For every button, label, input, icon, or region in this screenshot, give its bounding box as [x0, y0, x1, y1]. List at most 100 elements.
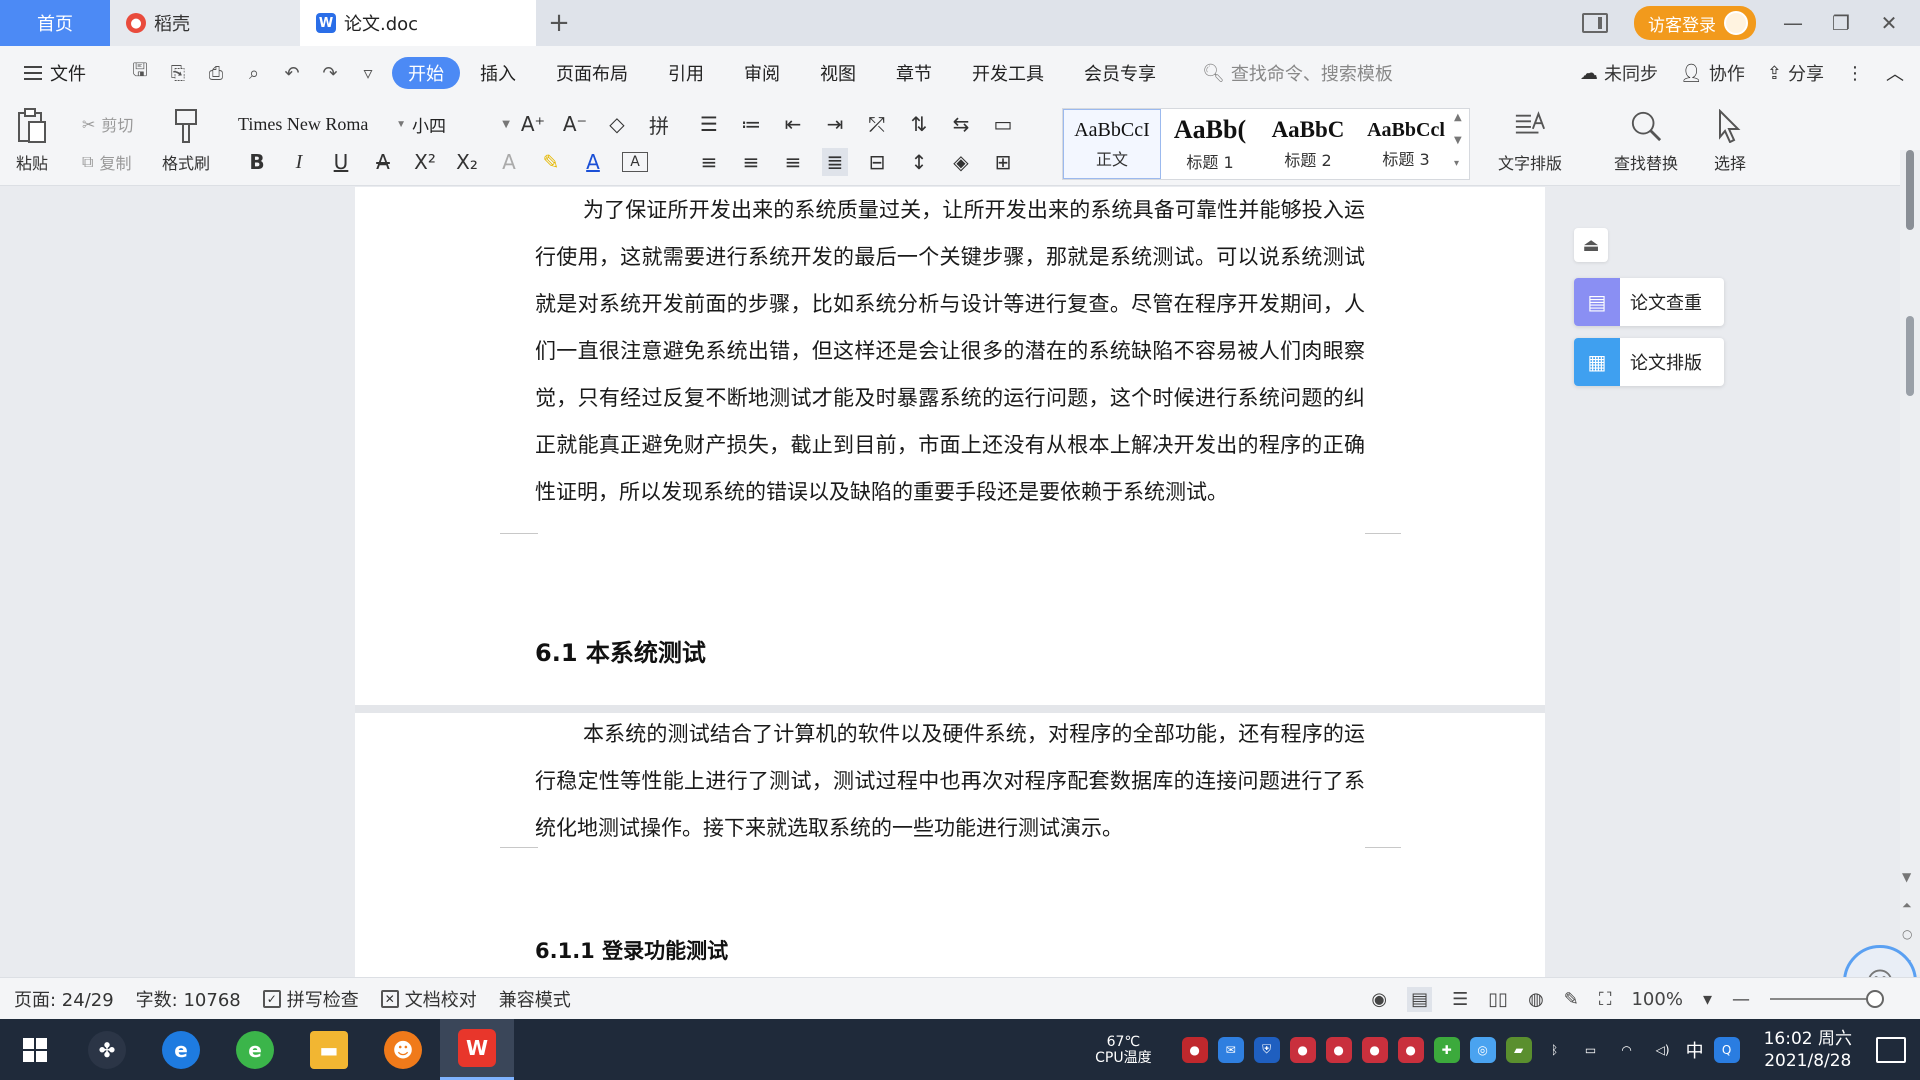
- shrink-font-icon[interactable]: A⁻: [562, 110, 588, 138]
- bluetooth-icon[interactable]: ᛒ: [1542, 1037, 1568, 1063]
- sync-button[interactable]: ☁ 未同步: [1580, 60, 1658, 86]
- print-icon[interactable]: ⎙: [204, 62, 228, 84]
- sort-icon[interactable]: ⇅: [906, 110, 932, 138]
- text-effect-icon[interactable]: A: [496, 148, 522, 176]
- zoom-slider-knob[interactable]: [1866, 990, 1884, 1008]
- page-indicator[interactable]: 页面: 24/29: [14, 986, 114, 1012]
- tab-page-layout[interactable]: 页面布局: [536, 57, 648, 89]
- tab-home[interactable]: 首页: [0, 0, 110, 46]
- tray-app-icon[interactable]: ◎: [1469, 1036, 1496, 1063]
- tab-review[interactable]: 审阅: [724, 57, 800, 89]
- heading-6-1-1[interactable]: 6.1.1 登录功能测试: [535, 935, 728, 965]
- expand-styles-icon[interactable]: ▾: [1454, 158, 1462, 169]
- taskbar-app-pinwheel[interactable]: ✤: [70, 1019, 144, 1080]
- fit-window-icon[interactable]: ⛶: [1599, 989, 1612, 1010]
- customize-dropdown-icon[interactable]: ▿: [356, 62, 380, 84]
- qq-icon[interactable]: ●: [1361, 1036, 1388, 1063]
- align-right-icon[interactable]: ≡: [780, 148, 806, 176]
- taskbar-app-browser[interactable]: e: [218, 1019, 292, 1080]
- cpu-temperature[interactable]: 67℃ CPU温度: [1095, 1034, 1151, 1066]
- taskbar-app-explorer[interactable]: ▬: [292, 1019, 366, 1080]
- zoom-out-icon[interactable]: —: [1732, 989, 1750, 1010]
- page-view-icon[interactable]: ▤: [1407, 986, 1433, 1012]
- print-preview-icon[interactable]: ⌕: [242, 62, 266, 84]
- word-count[interactable]: 字数: 10768: [136, 986, 241, 1012]
- tab-docer[interactable]: ● 稻壳: [110, 0, 300, 46]
- heading-6-1[interactable]: 6.1 本系统测试: [535, 633, 706, 668]
- prev-page-icon[interactable]: ⏶: [1902, 898, 1912, 913]
- style-heading-2[interactable]: AaBbC 标题 2: [1259, 109, 1357, 179]
- read-view-icon[interactable]: ▯▯: [1488, 989, 1508, 1010]
- undo-icon[interactable]: ↶: [280, 62, 304, 84]
- bullet-list-icon[interactable]: ☰: [696, 110, 722, 138]
- qq-icon[interactable]: ●: [1397, 1036, 1424, 1063]
- chevron-up-icon[interactable]: ▲: [1454, 112, 1462, 123]
- tab-developer[interactable]: 开发工具: [952, 57, 1064, 89]
- tab-document[interactable]: W 论文.doc: [300, 0, 536, 46]
- qq-icon[interactable]: ●: [1289, 1036, 1316, 1063]
- chevron-down-icon[interactable]: ▼: [1454, 135, 1462, 146]
- save-icon[interactable]: 🖫: [128, 60, 152, 84]
- bold-icon[interactable]: B: [244, 148, 270, 176]
- spell-check-button[interactable]: ✓ 拼写检查: [262, 986, 359, 1012]
- taskbar-app-game[interactable]: ☻: [366, 1019, 440, 1080]
- share-button[interactable]: ⇪ 分享: [1767, 60, 1824, 86]
- subscript-icon[interactable]: X₂: [454, 148, 480, 176]
- zoom-dropdown-icon[interactable]: ▾: [1703, 989, 1712, 1010]
- increase-indent-icon[interactable]: ⇥: [822, 110, 848, 138]
- clear-format-icon[interactable]: ◇: [604, 110, 630, 138]
- qq-icon[interactable]: ●: [1325, 1036, 1352, 1063]
- font-color-icon[interactable]: A: [580, 148, 606, 176]
- export-icon[interactable]: ⎘: [166, 62, 190, 84]
- taskbar-app-wps[interactable]: W: [440, 1019, 514, 1080]
- new-tab-button[interactable]: +: [536, 0, 582, 46]
- zoom-slider[interactable]: [1770, 990, 1884, 1008]
- zoom-level[interactable]: 100%: [1631, 989, 1682, 1010]
- battery-icon[interactable]: ▭: [1578, 1037, 1604, 1063]
- shading-icon[interactable]: ◈: [948, 148, 974, 176]
- web-view-icon[interactable]: ◍: [1528, 989, 1544, 1010]
- justify-icon[interactable]: ≣: [822, 148, 848, 176]
- phonetic-guide-icon[interactable]: 拼: [646, 110, 672, 138]
- input-method-indicator[interactable]: 中: [1686, 1037, 1704, 1063]
- system-clock[interactable]: 16:02 周六 2021/8/28: [1764, 1028, 1852, 1072]
- shield-icon[interactable]: ⛨: [1253, 1036, 1280, 1063]
- italic-icon[interactable]: I: [286, 148, 312, 176]
- outline-view-icon[interactable]: ☰: [1452, 989, 1468, 1010]
- taskbar-app-ie[interactable]: e: [144, 1019, 218, 1080]
- write-mode-icon[interactable]: ✎: [1564, 989, 1579, 1010]
- close-icon[interactable]: ✕: [1878, 11, 1900, 35]
- distributed-align-icon[interactable]: ⊟: [864, 148, 890, 176]
- format-painter-button[interactable]: 格式刷: [162, 108, 210, 174]
- notification-icon[interactable]: [1876, 1036, 1906, 1063]
- tab-references[interactable]: 引用: [648, 57, 724, 89]
- proofread-button[interactable]: ✕ 文档校对: [380, 986, 477, 1012]
- command-search[interactable]: 🔍︎ 查找命令、搜索模板: [1202, 60, 1393, 86]
- font-name-select[interactable]: Times New Roma ▼: [238, 110, 410, 138]
- decrease-indent-icon[interactable]: ⇤: [780, 110, 806, 138]
- body-paragraph-1[interactable]: 为了保证所开发出来的系统质量过关，让所开发出来的系统具备可靠性并能够投入运行使用…: [535, 187, 1365, 516]
- style-heading-3[interactable]: AaBbCcl 标题 3: [1357, 109, 1455, 179]
- more-icon[interactable]: ⋮: [1846, 63, 1864, 84]
- visitor-login-button[interactable]: 访客登录: [1634, 6, 1756, 40]
- font-size-select[interactable]: 小四 ▼: [412, 110, 510, 138]
- collaborate-button[interactable]: 👤︎ 协作: [1680, 60, 1745, 86]
- plagiarism-check-button[interactable]: ▤ 论文查重: [1574, 278, 1724, 326]
- collapse-ribbon-icon[interactable]: ︿: [1886, 60, 1904, 86]
- thesis-layout-button[interactable]: ▦ 论文排版: [1574, 338, 1724, 386]
- tab-view[interactable]: 视图: [800, 57, 876, 89]
- grow-font-icon[interactable]: A⁺: [520, 110, 546, 138]
- tray-app-icon[interactable]: ✉: [1217, 1036, 1244, 1063]
- scroll-thumb[interactable]: [1906, 316, 1914, 396]
- tab-chapter[interactable]: 章节: [876, 57, 952, 89]
- paste-button[interactable]: 粘贴: [16, 108, 48, 174]
- style-heading-1[interactable]: AaBb( 标题 1: [1161, 109, 1259, 179]
- find-replace-button[interactable]: 查找替换: [1614, 108, 1678, 174]
- side-panel-collapse-button[interactable]: ⏏: [1574, 228, 1608, 262]
- tab-member[interactable]: 会员专享: [1064, 57, 1176, 89]
- restore-icon[interactable]: ❐: [1830, 11, 1852, 35]
- wifi-icon[interactable]: ◠: [1614, 1037, 1640, 1063]
- superscript-icon[interactable]: X²: [412, 148, 438, 176]
- chinese-layout-icon[interactable]: ⤱: [864, 110, 890, 138]
- eye-protection-icon[interactable]: ◉: [1371, 989, 1387, 1010]
